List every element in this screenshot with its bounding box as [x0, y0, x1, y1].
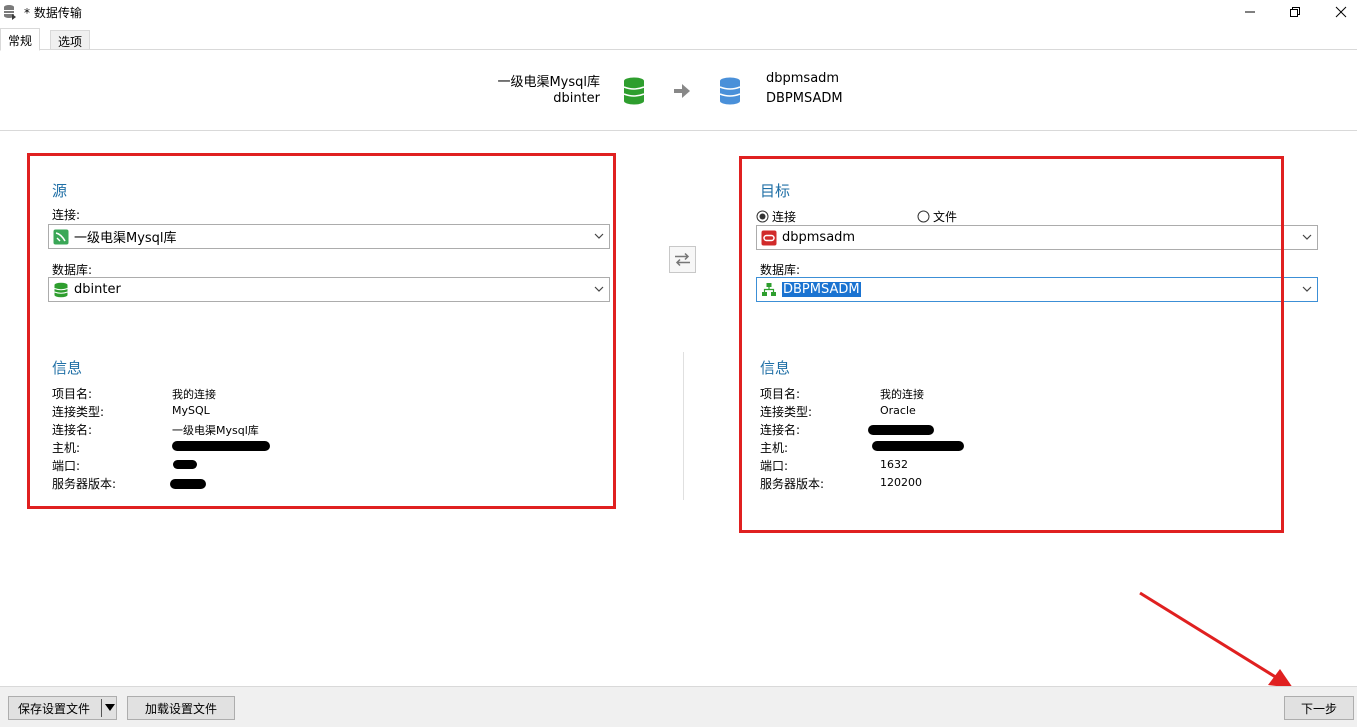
close-button[interactable] [1318, 0, 1357, 24]
split-divider [101, 699, 102, 717]
panel-divider [683, 352, 684, 500]
minimize-icon [1245, 11, 1255, 13]
database-transfer-icon [4, 5, 16, 20]
annotation-arrow-icon [1139, 591, 1293, 688]
swap-button[interactable] [669, 246, 696, 273]
transfer-summary: 一级电渠Mysql库 dbinter dbpmsadm DBPMSADM [0, 51, 1357, 131]
title-bar: * 数据传输 [0, 0, 1357, 24]
close-icon [1335, 6, 1347, 18]
minimize-button[interactable] [1227, 0, 1273, 24]
chevron-down-icon [1302, 286, 1312, 292]
load-settings-label: 加载设置文件 [144, 701, 217, 716]
bottom-bar: 保存设置文件 加载设置文件 下一步 [0, 686, 1357, 727]
header-source-connection: 一级电渠Mysql库 [497, 75, 600, 90]
source-highlight-box [27, 153, 616, 509]
source-database-icon [623, 77, 645, 105]
next-button[interactable]: 下一步 [1284, 696, 1354, 720]
tab-bar: 常规 选项 [0, 26, 1357, 51]
dropdown-arrow-icon[interactable] [105, 704, 115, 711]
header-target-connection: dbpmsadm [766, 71, 840, 86]
swap-arrows-icon [675, 252, 690, 267]
tab-options[interactable]: 选项 [50, 30, 91, 50]
target-database-icon [719, 77, 741, 105]
save-settings-label: 保存设置文件 [18, 701, 91, 716]
restore-button[interactable] [1272, 0, 1318, 24]
tab-general[interactable]: 常规 [0, 28, 41, 51]
next-label: 下一步 [1300, 701, 1337, 716]
load-settings-button[interactable]: 加载设置文件 [127, 696, 235, 720]
window-title: * 数据传输 [24, 6, 82, 20]
restore-icon [1290, 7, 1300, 17]
save-settings-button[interactable]: 保存设置文件 [8, 696, 117, 720]
target-highlight-box [739, 156, 1284, 533]
header-target-database: DBPMSADM [766, 91, 843, 106]
chevron-down-icon [1302, 234, 1312, 240]
header-source-database: dbinter [553, 91, 600, 106]
arrow-right-icon [674, 84, 690, 98]
